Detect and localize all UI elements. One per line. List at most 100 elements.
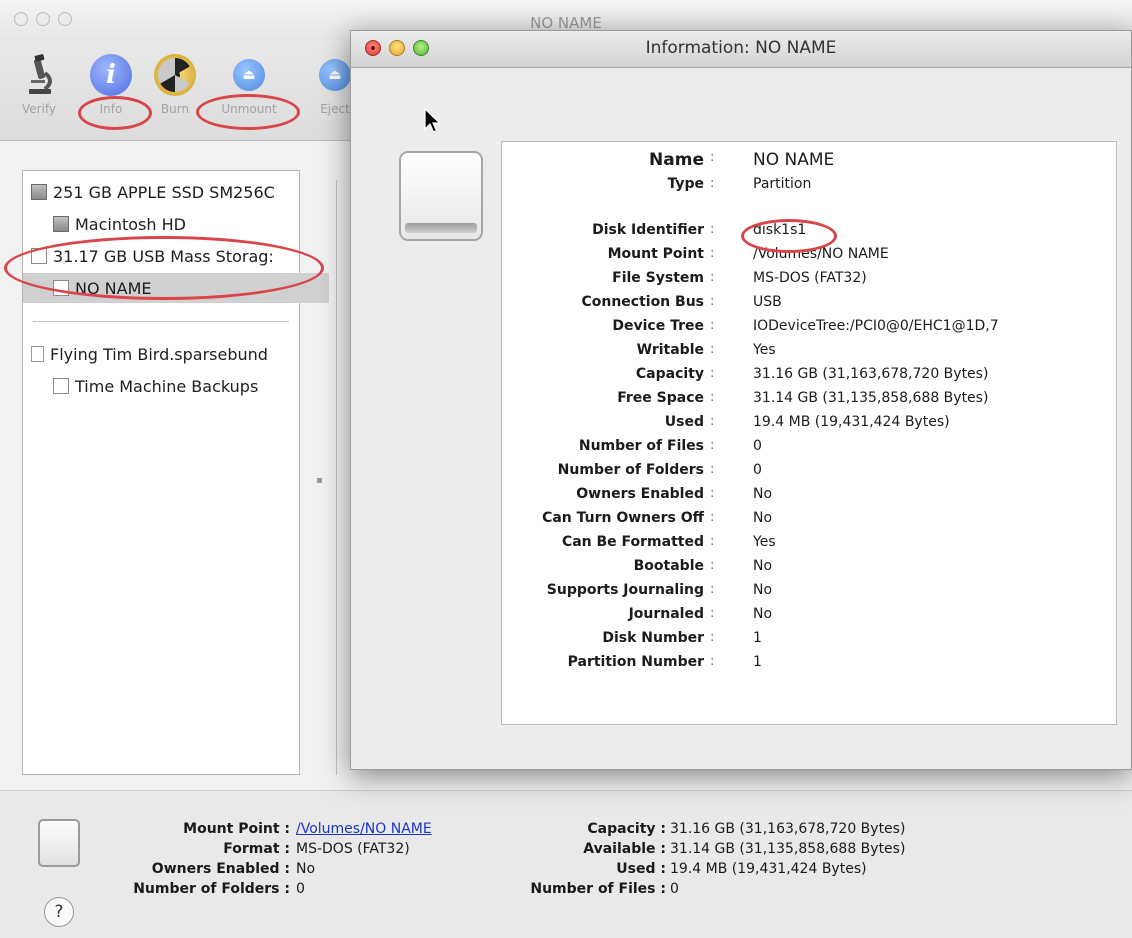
file-system-value: MS-DOS (FAT32) xyxy=(753,270,867,286)
info-row-name: Name: NO NAME xyxy=(502,150,1116,172)
can-turn-owners-off-label: Can Turn Owners Off xyxy=(542,510,704,526)
supports-journaling-value: No xyxy=(753,582,773,598)
info-row-used: Used: 19.4 MB (19,431,424 Bytes) xyxy=(502,414,1116,436)
volume-icon xyxy=(53,216,69,232)
number-of-folders-value: 0 xyxy=(753,462,762,478)
separator-colon: : xyxy=(710,150,715,165)
info-row-connection-bus: Connection Bus: USB xyxy=(502,294,1116,316)
external-disk-icon xyxy=(399,151,483,241)
disk-number-value: 1 xyxy=(753,630,762,646)
separator-colon: : xyxy=(710,582,715,597)
owners-enabled-label: Owners Enabled : xyxy=(151,861,290,877)
type-value: Partition xyxy=(753,176,812,192)
files-value: 0 xyxy=(670,881,679,897)
info-row-file-system: File System: MS-DOS (FAT32) xyxy=(502,270,1116,292)
eject-icon: ⏏ xyxy=(319,59,351,91)
sidebar-item-ssd[interactable]: 251 GB APPLE SSD SM256C xyxy=(23,177,307,207)
microscope-icon xyxy=(18,54,60,96)
free-space-label: Free Space xyxy=(617,390,704,406)
volume-info-bar: ? Mount Point : /Volumes/NO NAME Capacit… xyxy=(0,790,1132,938)
separator-colon: : xyxy=(710,438,715,453)
help-button[interactable]: ? xyxy=(44,897,74,927)
sidebar-item-sparsebundle[interactable]: Flying Tim Bird.sparsebund xyxy=(23,339,307,369)
file-system-label: File System xyxy=(612,270,704,286)
number-of-folders-label: Number of Folders xyxy=(557,462,704,478)
unmount-icon: ⏏ xyxy=(233,59,265,91)
connection-bus-label: Connection Bus xyxy=(581,294,704,310)
info-row-partition-number: Partition Number: 1 xyxy=(502,654,1116,676)
info-row-type: Type: Partition xyxy=(502,176,1116,198)
used-label: Used : xyxy=(616,861,666,877)
name-value: NO NAME xyxy=(753,150,835,170)
separator-colon: : xyxy=(710,342,715,357)
can-be-formatted-label: Can Be Formatted xyxy=(561,534,704,550)
internal-disk-icon xyxy=(31,184,47,200)
disk-number-label: Disk Number xyxy=(602,630,704,646)
disk-image-icon xyxy=(31,346,44,362)
info-row-free-space: Free Space: 31.14 GB (31,135,858,688 Byte… xyxy=(502,390,1116,412)
info-row-number-of-folders: Number of Folders: 0 xyxy=(502,462,1116,484)
separator-colon: : xyxy=(710,222,715,237)
sidebar-item-label: Time Machine Backups xyxy=(75,376,259,396)
capacity-value: 31.16 GB (31,163,678,720 Bytes) xyxy=(753,366,989,382)
info-row-disk-number: Disk Number: 1 xyxy=(502,630,1116,652)
info-annotation-oval xyxy=(78,96,152,130)
supports-journaling-label: Supports Journaling xyxy=(546,582,704,598)
separator-colon: : xyxy=(710,558,715,573)
used-value: 19.4 MB (19,431,424 Bytes) xyxy=(753,414,950,430)
owners-enabled-label: Owners Enabled xyxy=(576,486,704,502)
type-label: Type xyxy=(667,176,704,192)
information-window-title: Information: NO NAME xyxy=(645,38,837,58)
sidebar-divider xyxy=(33,321,289,322)
separator-colon: : xyxy=(710,176,715,191)
verify-label: Verify xyxy=(21,102,57,116)
available-label: Available : xyxy=(583,841,666,857)
owners-enabled-value: No xyxy=(296,861,316,877)
device-tree-value: IODeviceTree:/PCI0@0/EHC1@1D,7 xyxy=(753,318,999,334)
mount-point-link[interactable]: /Volumes/NO NAME xyxy=(296,821,432,837)
disk-identifier-label: Disk Identifier xyxy=(592,222,704,238)
resize-mark: ▪ xyxy=(316,475,323,486)
unmount-annotation-oval xyxy=(196,94,300,130)
connection-bus-value: USB xyxy=(753,294,782,310)
info-row-bootable: Bootable: No xyxy=(502,558,1116,580)
info-row-can-turn-owners-off: Can Turn Owners Off: No xyxy=(502,510,1116,532)
sidebar-item-time-machine[interactable]: Time Machine Backups xyxy=(23,371,329,401)
volume-icon xyxy=(53,378,69,394)
journaled-label: Journaled xyxy=(628,606,704,622)
separator-colon: : xyxy=(710,534,715,549)
usb-disk-annotation-oval xyxy=(4,236,324,300)
mount-point-label: Mount Point xyxy=(607,246,704,262)
bootable-label: Bootable xyxy=(633,558,704,574)
info-row-number-of-files: Number of Files: 0 xyxy=(502,438,1116,460)
sidebar-item-label: Flying Tim Bird.sparsebund xyxy=(50,344,268,364)
sidebar-item-label: Macintosh HD xyxy=(75,214,186,234)
available-value: 31.14 GB (31,135,858,688 Bytes) xyxy=(670,841,906,857)
separator-colon: : xyxy=(710,510,715,525)
info-row-owners-enabled: Owners Enabled: No xyxy=(502,486,1116,508)
journaled-value: No xyxy=(753,606,773,622)
separator-colon: : xyxy=(710,390,715,405)
disk-identifier-annotation-oval xyxy=(741,219,837,253)
number-of-files-value: 0 xyxy=(753,438,762,454)
number-of-files-label: Number of Files xyxy=(578,438,704,454)
partition-number-value: 1 xyxy=(753,654,762,670)
sidebar-item-label: 251 GB APPLE SSD SM256C xyxy=(53,182,275,202)
free-space-value: 31.14 GB (31,135,858,688 Bytes) xyxy=(753,390,989,406)
information-window: Information: NO NAME Name: NO NAME Type: Pa… xyxy=(350,30,1132,770)
verify-button[interactable]: Verify xyxy=(8,54,70,116)
capacity-label: Capacity xyxy=(635,366,704,382)
sidebar-item-macintosh-hd[interactable]: Macintosh HD xyxy=(23,209,329,239)
information-titlebar[interactable]: Information: NO NAME xyxy=(351,31,1131,68)
info-row-can-be-formatted: Can Be Formatted: Yes xyxy=(502,534,1116,556)
info-row-writable: Writable: Yes xyxy=(502,342,1116,364)
writable-value: Yes xyxy=(753,342,776,358)
capacity-value: 31.16 GB (31,163,678,720 Bytes) xyxy=(670,821,906,837)
bootable-value: No xyxy=(753,558,773,574)
folders-label: Number of Folders : xyxy=(133,881,290,897)
separator-colon: : xyxy=(710,294,715,309)
info-row-device-tree: Device Tree: IODeviceTree:/PCI0@0/EHC1@1D… xyxy=(502,318,1116,340)
separator-colon: : xyxy=(710,630,715,645)
mount-point-label: Mount Point : xyxy=(183,821,290,837)
info-icon: i xyxy=(90,54,132,96)
